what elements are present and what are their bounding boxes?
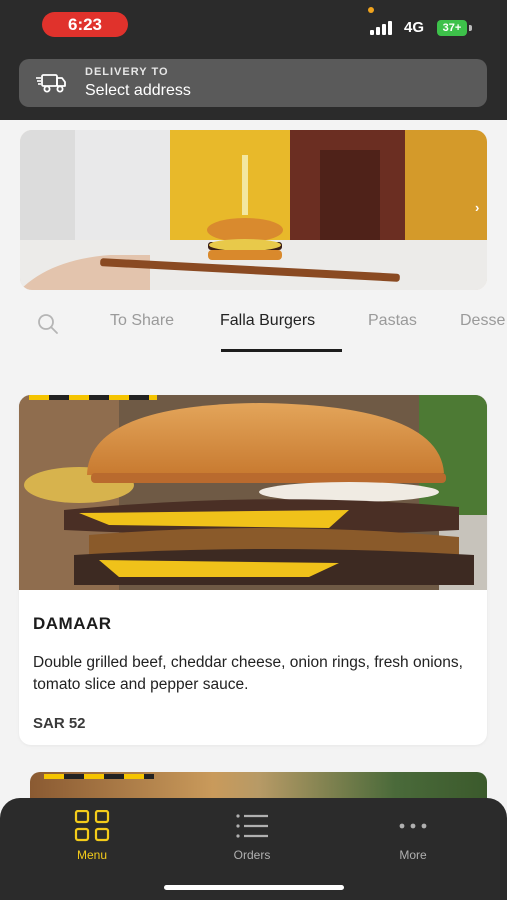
grid-icon: [74, 810, 110, 842]
nav-orders[interactable]: Orders: [197, 810, 307, 862]
nav-more-label: More: [399, 848, 427, 862]
tab-to-share[interactable]: To Share: [110, 312, 174, 330]
product-name: DAMAAR: [33, 614, 112, 633]
tab-desserts[interactable]: Desse: [460, 312, 505, 330]
nav-more[interactable]: More: [358, 810, 468, 862]
delivery-address: Select address: [85, 82, 191, 99]
nav-orders-label: Orders: [233, 848, 271, 862]
network-label: 4G: [404, 19, 425, 36]
status-time: 6:23: [42, 12, 128, 37]
nav-menu-label: Menu: [76, 848, 108, 862]
list-icon: [236, 814, 268, 838]
brand-stripe-2: [44, 774, 154, 779]
home-indicator: [164, 885, 344, 890]
svg-text:›: ›: [475, 200, 479, 215]
delivery-label: DELIVERY TO: [85, 66, 169, 78]
product-image: [19, 395, 487, 590]
tab-falla-burgers[interactable]: Falla Burgers: [220, 312, 315, 330]
category-tabs: To Share Falla Burgers Pastas Desse: [0, 300, 507, 360]
battery-tip: [469, 25, 472, 31]
search-icon[interactable]: [36, 312, 60, 336]
product-description: Double grilled beef, cheddar cheese, oni…: [33, 654, 463, 693]
promo-banner[interactable]: ›: [20, 130, 487, 290]
header: 6:23 4G 37+ DELIVERY TO Select address: [0, 0, 507, 120]
signal-icon: [370, 21, 396, 35]
app-screen: 6:23 4G 37+ DELIVERY TO Select address ›…: [0, 0, 507, 900]
more-icon: [399, 823, 427, 829]
product-card[interactable]: DAMAAR Double grilled beef, cheddar chee…: [19, 395, 487, 745]
battery-icon: 37+: [437, 20, 467, 36]
banner-image: ›: [20, 130, 487, 290]
privacy-dot: [368, 7, 374, 13]
product-price: SAR 52: [33, 715, 86, 732]
brand-stripe: [29, 395, 157, 400]
nav-menu[interactable]: Menu: [37, 810, 147, 862]
delivery-truck-icon: [36, 74, 66, 93]
active-tab-indicator: [221, 349, 342, 352]
address-selector[interactable]: DELIVERY TO Select address: [19, 59, 487, 107]
tab-pastas[interactable]: Pastas: [368, 312, 417, 330]
